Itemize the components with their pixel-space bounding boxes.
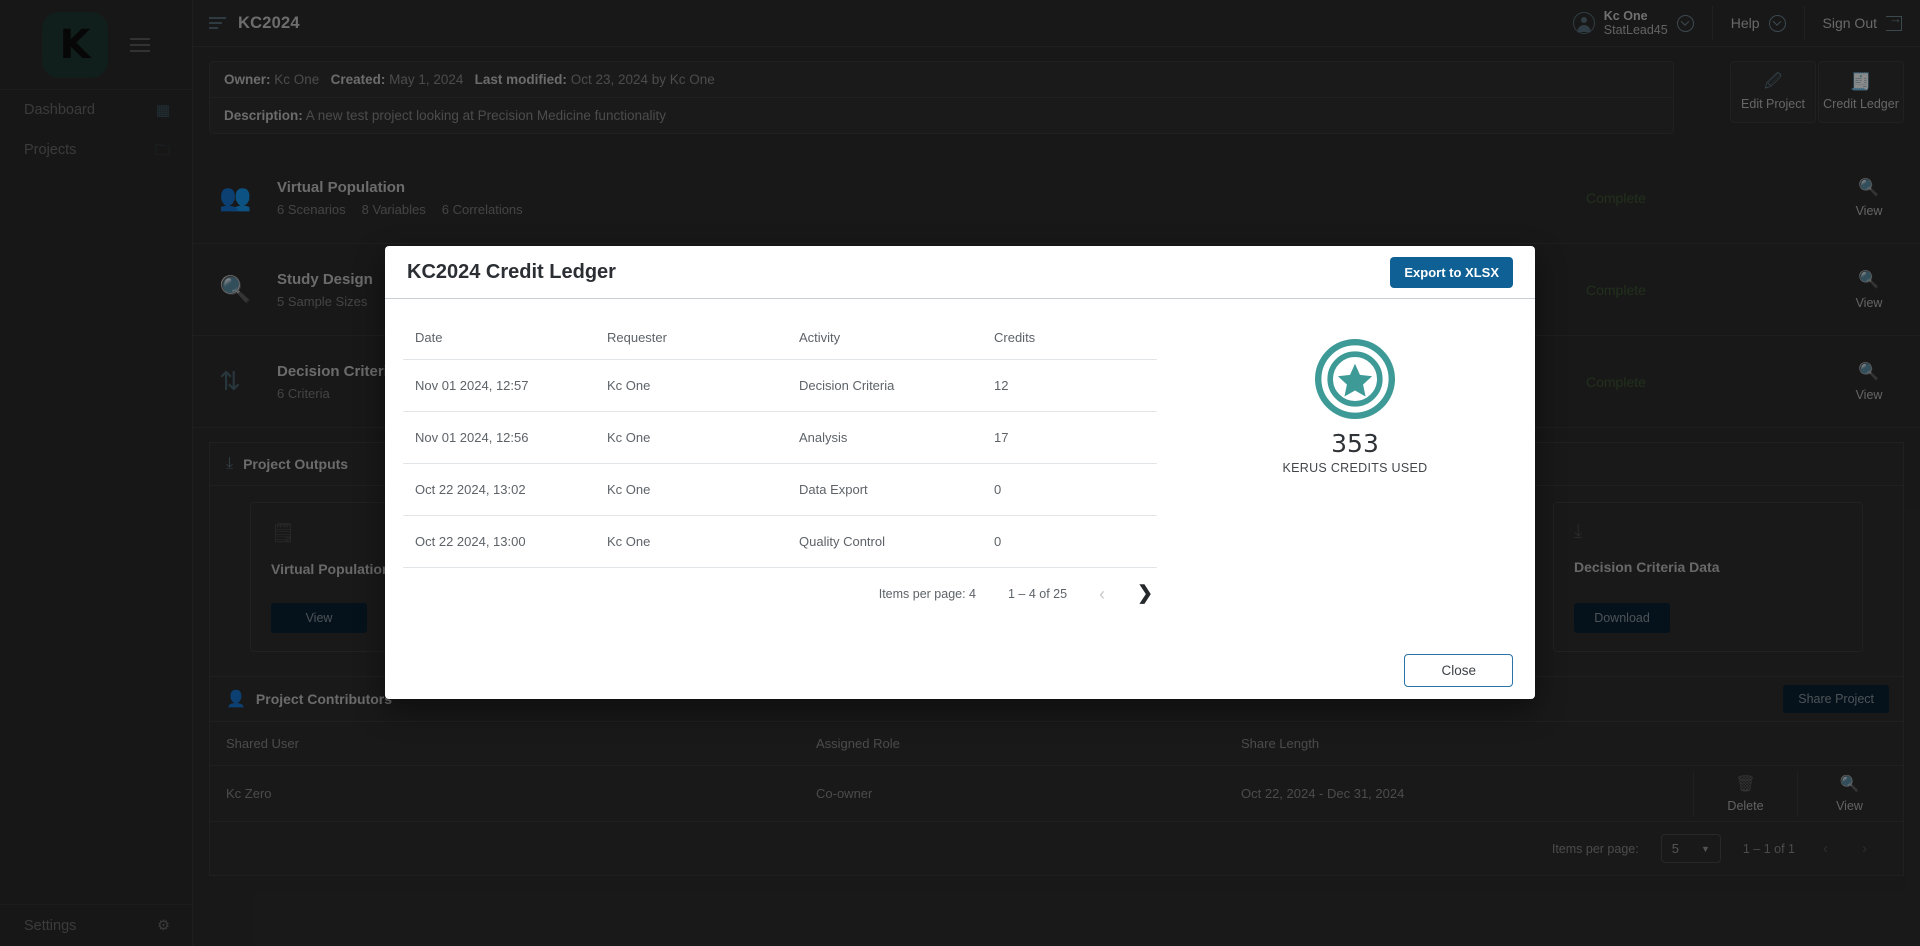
cell-date: Nov 01 2024, 12:56 (403, 411, 595, 464)
column-header-activity: Activity (787, 316, 982, 360)
table-row: Nov 01 2024, 12:56 Kc One Analysis 17 (403, 411, 1157, 464)
cell-activity: Quality Control (787, 515, 982, 568)
cell-requester: Kc One (595, 411, 787, 464)
credits-used-caption: KERUS CREDITS USED (1282, 461, 1428, 475)
dialog-body: Date Requester Activity Credits Nov 01 2… (385, 299, 1535, 641)
cell-credits: 12 (982, 359, 1157, 412)
cell-requester: Kc One (595, 359, 787, 412)
cell-activity: Data Export (787, 463, 982, 516)
next-page-button[interactable]: ❯ (1137, 584, 1153, 603)
column-header-date: Date (403, 316, 595, 360)
credit-ledger-dialog: KC2024 Credit Ledger Export to XLSX Date… (385, 246, 1535, 699)
ledger-table-area: Date Requester Activity Credits Nov 01 2… (385, 299, 1175, 641)
column-header-requester: Requester (595, 316, 787, 360)
table-row: Oct 22 2024, 13:00 Kc One Quality Contro… (403, 515, 1157, 568)
cell-activity: Analysis (787, 411, 982, 464)
previous-page-button[interactable]: ‹ (1099, 585, 1105, 603)
table-header-row: Date Requester Activity Credits (403, 316, 1157, 360)
dialog-title: KC2024 Credit Ledger (407, 260, 616, 283)
credit-ledger-table: Date Requester Activity Credits Nov 01 2… (403, 316, 1157, 568)
page-range-label: 1 – 4 of 25 (1008, 586, 1068, 601)
cell-credits: 17 (982, 411, 1157, 464)
cell-activity: Decision Criteria (787, 359, 982, 412)
table-row: Oct 22 2024, 13:02 Kc One Data Export 0 (403, 463, 1157, 516)
ledger-paginator: Items per page: 4 1 – 4 of 25 ‹ ❯ (403, 568, 1157, 603)
dialog-footer: Close (385, 641, 1535, 699)
table-row: Nov 01 2024, 12:57 Kc One Decision Crite… (403, 359, 1157, 412)
cell-date: Oct 22 2024, 13:02 (403, 463, 595, 516)
dialog-header: KC2024 Credit Ledger Export to XLSX (385, 246, 1535, 299)
cell-date: Oct 22 2024, 13:00 (403, 515, 595, 568)
cell-requester: Kc One (595, 515, 787, 568)
cell-requester: Kc One (595, 463, 787, 516)
credits-used-value: 353 (1331, 429, 1379, 458)
credits-summary: 353 KERUS CREDITS USED (1175, 299, 1535, 641)
cell-credits: 0 (982, 463, 1157, 516)
star-seal-icon (1315, 339, 1395, 419)
close-button[interactable]: Close (1404, 653, 1513, 687)
column-header-credits: Credits (982, 316, 1157, 360)
cell-credits: 0 (982, 515, 1157, 568)
export-to-xlsx-button[interactable]: Export to XLSX (1390, 256, 1513, 288)
cell-date: Nov 01 2024, 12:57 (403, 359, 595, 412)
items-per-page-label: Items per page: 4 (878, 586, 976, 601)
